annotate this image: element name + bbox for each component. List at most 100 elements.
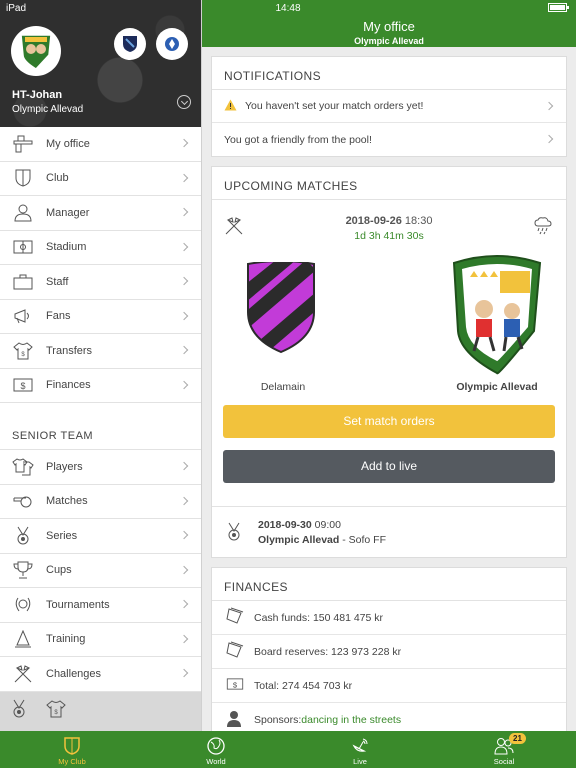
match-time: 18:30: [404, 215, 433, 227]
medal-icon: [226, 522, 242, 547]
svg-text:$: $: [233, 680, 238, 689]
upcoming-matches-title: UPCOMING MATCHES: [212, 167, 566, 200]
whistle-icon: [0, 494, 46, 508]
next-match-home: Olympic Allevad: [258, 534, 340, 546]
next-match-time: 09:00: [314, 519, 341, 531]
laurel-icon: [0, 596, 46, 614]
sidebar-item-staff[interactable]: Staff: [0, 265, 201, 300]
money-stack-icon: [226, 641, 254, 662]
match-date: 2018-09-26: [345, 215, 402, 227]
sidebar-item-label: Cups: [46, 564, 72, 577]
tab-social[interactable]: 21 Social: [432, 731, 576, 768]
sponsors-link[interactable]: dancing in the streets: [301, 714, 401, 726]
sidebar-item-fans[interactable]: Fans: [0, 300, 201, 334]
stadium-icon: [0, 240, 46, 254]
club-logo[interactable]: [11, 26, 61, 76]
national-team-badge[interactable]: [156, 28, 188, 60]
away-team-crest[interactable]: [448, 253, 546, 382]
home-team-crest[interactable]: [246, 260, 316, 359]
chevron-right-icon: [179, 345, 189, 355]
finance-row-total[interactable]: $ Total: 274 454 703 kr: [212, 669, 566, 703]
notification-text: You haven't set your match orders yet!: [245, 100, 424, 112]
chevron-down-icon[interactable]: [177, 95, 191, 109]
sidebar-item-label: Club: [46, 172, 69, 185]
page-title: My office: [363, 19, 415, 34]
chevron-right-icon: [179, 207, 189, 217]
sidebar-item-cups[interactable]: Cups: [0, 554, 201, 588]
sidebar-item-players[interactable]: Players: [0, 450, 201, 485]
medal-icon: [0, 526, 46, 546]
desk-icon: [0, 135, 46, 153]
money-icon: $: [0, 378, 46, 392]
secondary-team-badge[interactable]: [114, 28, 146, 60]
chevron-right-icon: [179, 565, 189, 574]
sidebar: HT-Johan Olympic Allevad My office Club …: [0, 0, 202, 731]
next-match-away: Sofo FF: [348, 534, 387, 546]
tab-label: World: [206, 757, 226, 766]
next-match-teams: Olympic Allevad - Sofo FF: [258, 534, 386, 546]
sidebar-item-label: My office: [46, 137, 90, 150]
notifications-card: NOTIFICATIONS You haven't set your match…: [211, 56, 567, 157]
tab-world[interactable]: World: [144, 731, 288, 768]
sidebar-item-transfers[interactable]: $ Transfers: [0, 334, 201, 369]
add-to-live-button[interactable]: Add to live: [223, 450, 555, 483]
sidebar-item-tournaments[interactable]: Tournaments: [0, 588, 201, 623]
chevron-right-icon: [544, 101, 554, 111]
chevron-right-icon: [179, 138, 189, 148]
sponsors-label: Sponsors:: [254, 714, 302, 726]
sidebar-item-finances[interactable]: $ Finances: [0, 369, 201, 403]
sidebar-item-label: Fans: [46, 310, 71, 323]
sidebar-item-label: Staff: [46, 275, 69, 288]
tab-live[interactable]: Live: [288, 731, 432, 768]
sidebar-item-training[interactable]: Training: [0, 623, 201, 657]
notification-item[interactable]: You haven't set your match orders yet!: [212, 90, 566, 123]
match-countdown: 1d 3h 41m 30s: [354, 230, 424, 242]
shirt-icon[interactable]: $: [46, 700, 66, 723]
status-bar: iPad 14:48: [0, 0, 576, 16]
set-match-orders-button[interactable]: Set match orders: [223, 405, 555, 438]
notification-item[interactable]: You got a friendly from the pool!: [212, 123, 566, 156]
next-match-date: 2018-09-30: [258, 519, 312, 531]
home-team-name[interactable]: Delamain: [224, 381, 342, 393]
finance-row-cash[interactable]: Cash funds: 150 481 475 kr: [212, 601, 566, 635]
chevron-right-icon: [179, 461, 189, 471]
finance-row-sponsors[interactable]: Sponsors: dancing in the streets: [212, 703, 566, 731]
globe-icon: [207, 737, 225, 757]
sidebar-item-manager[interactable]: Manager: [0, 196, 201, 231]
clock: 14:48: [275, 3, 301, 14]
sidebar-item-matches[interactable]: Matches: [0, 485, 201, 519]
crossed-flags-icon: [0, 665, 46, 683]
chevron-right-icon: [179, 380, 189, 389]
match-datetime: 2018-09-26 18:30: [212, 215, 566, 227]
sidebar-item-stadium[interactable]: Stadium: [0, 231, 201, 265]
user-name: HT-Johan: [12, 89, 63, 101]
next-match-row[interactable]: 2018-09-30 09:00 Olympic Allevad - Sofo …: [212, 506, 566, 558]
sidebar-item-label: Manager: [46, 206, 90, 219]
main-content[interactable]: NOTIFICATIONS You haven't set your match…: [202, 47, 576, 731]
chevron-right-icon: [179, 530, 189, 540]
warning-icon: [224, 99, 237, 114]
sponsor-person-icon: [226, 710, 254, 731]
tab-label: My Club: [58, 757, 86, 766]
sidebar-item-label: Finances: [46, 379, 91, 392]
sidebar-item-my-office[interactable]: My office: [0, 127, 201, 162]
money-stack-icon: [226, 607, 254, 628]
cone-icon: [0, 630, 46, 648]
next-match-datetime: 2018-09-30 09:00: [258, 519, 341, 531]
page-subtitle: Olympic Allevad: [354, 36, 424, 46]
medal-icon[interactable]: [10, 699, 28, 724]
away-team-name[interactable]: Olympic Allevad: [432, 381, 562, 393]
shield-icon: [0, 169, 46, 187]
notification-badge: 21: [509, 733, 526, 744]
tab-my-club[interactable]: My Club: [0, 731, 144, 768]
chevron-right-icon: [179, 634, 189, 643]
chevron-right-icon: [179, 668, 189, 678]
sidebar-item-challenges[interactable]: Challenges: [0, 657, 201, 692]
trophy-icon: [0, 561, 46, 579]
finance-row-board[interactable]: Board reserves: 123 973 228 kr: [212, 635, 566, 669]
cash-funds: Cash funds: 150 481 475 kr: [254, 611, 384, 624]
sidebar-item-series[interactable]: Series: [0, 519, 201, 554]
shield-icon: [64, 737, 80, 757]
sidebar-item-club[interactable]: Club: [0, 162, 201, 196]
finances-title: FINANCES: [212, 568, 566, 601]
